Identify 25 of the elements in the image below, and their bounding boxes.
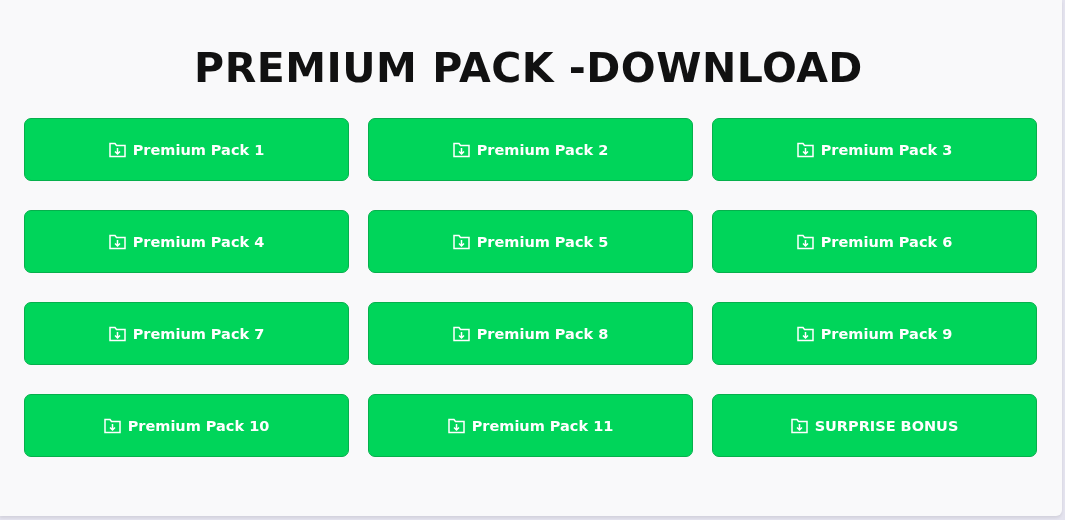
download-button[interactable]: Premium Pack 7 — [24, 302, 349, 365]
folder-download-icon — [452, 233, 470, 250]
download-button[interactable]: Premium Pack 11 — [368, 394, 693, 457]
download-button[interactable]: Premium Pack 10 — [24, 394, 349, 457]
download-button[interactable]: Premium Pack 9 — [712, 302, 1037, 365]
folder-download-icon — [447, 417, 465, 434]
folder-download-icon — [108, 141, 126, 158]
download-button[interactable]: Premium Pack 1 — [24, 118, 349, 181]
folder-download-icon — [796, 325, 814, 342]
folder-download-icon — [452, 325, 470, 342]
download-button[interactable]: Premium Pack 8 — [368, 302, 693, 365]
folder-download-icon — [452, 141, 470, 158]
download-button[interactable]: Premium Pack 2 — [368, 118, 693, 181]
folder-download-icon — [796, 141, 814, 158]
page-title: PREMIUM PACK -DOWNLOAD — [193, 43, 864, 94]
download-button[interactable]: Premium Pack 4 — [24, 210, 349, 273]
download-button[interactable]: Premium Pack 3 — [712, 118, 1037, 181]
folder-download-icon — [790, 417, 808, 434]
download-button[interactable]: SURPRISE BONUS — [712, 394, 1037, 457]
folder-download-icon — [796, 233, 814, 250]
folder-download-icon — [103, 417, 121, 434]
folder-download-icon — [108, 325, 126, 342]
folder-download-icon — [108, 233, 126, 250]
download-button[interactable]: Premium Pack 6 — [712, 210, 1037, 273]
download-button[interactable]: Premium Pack 5 — [368, 210, 693, 273]
